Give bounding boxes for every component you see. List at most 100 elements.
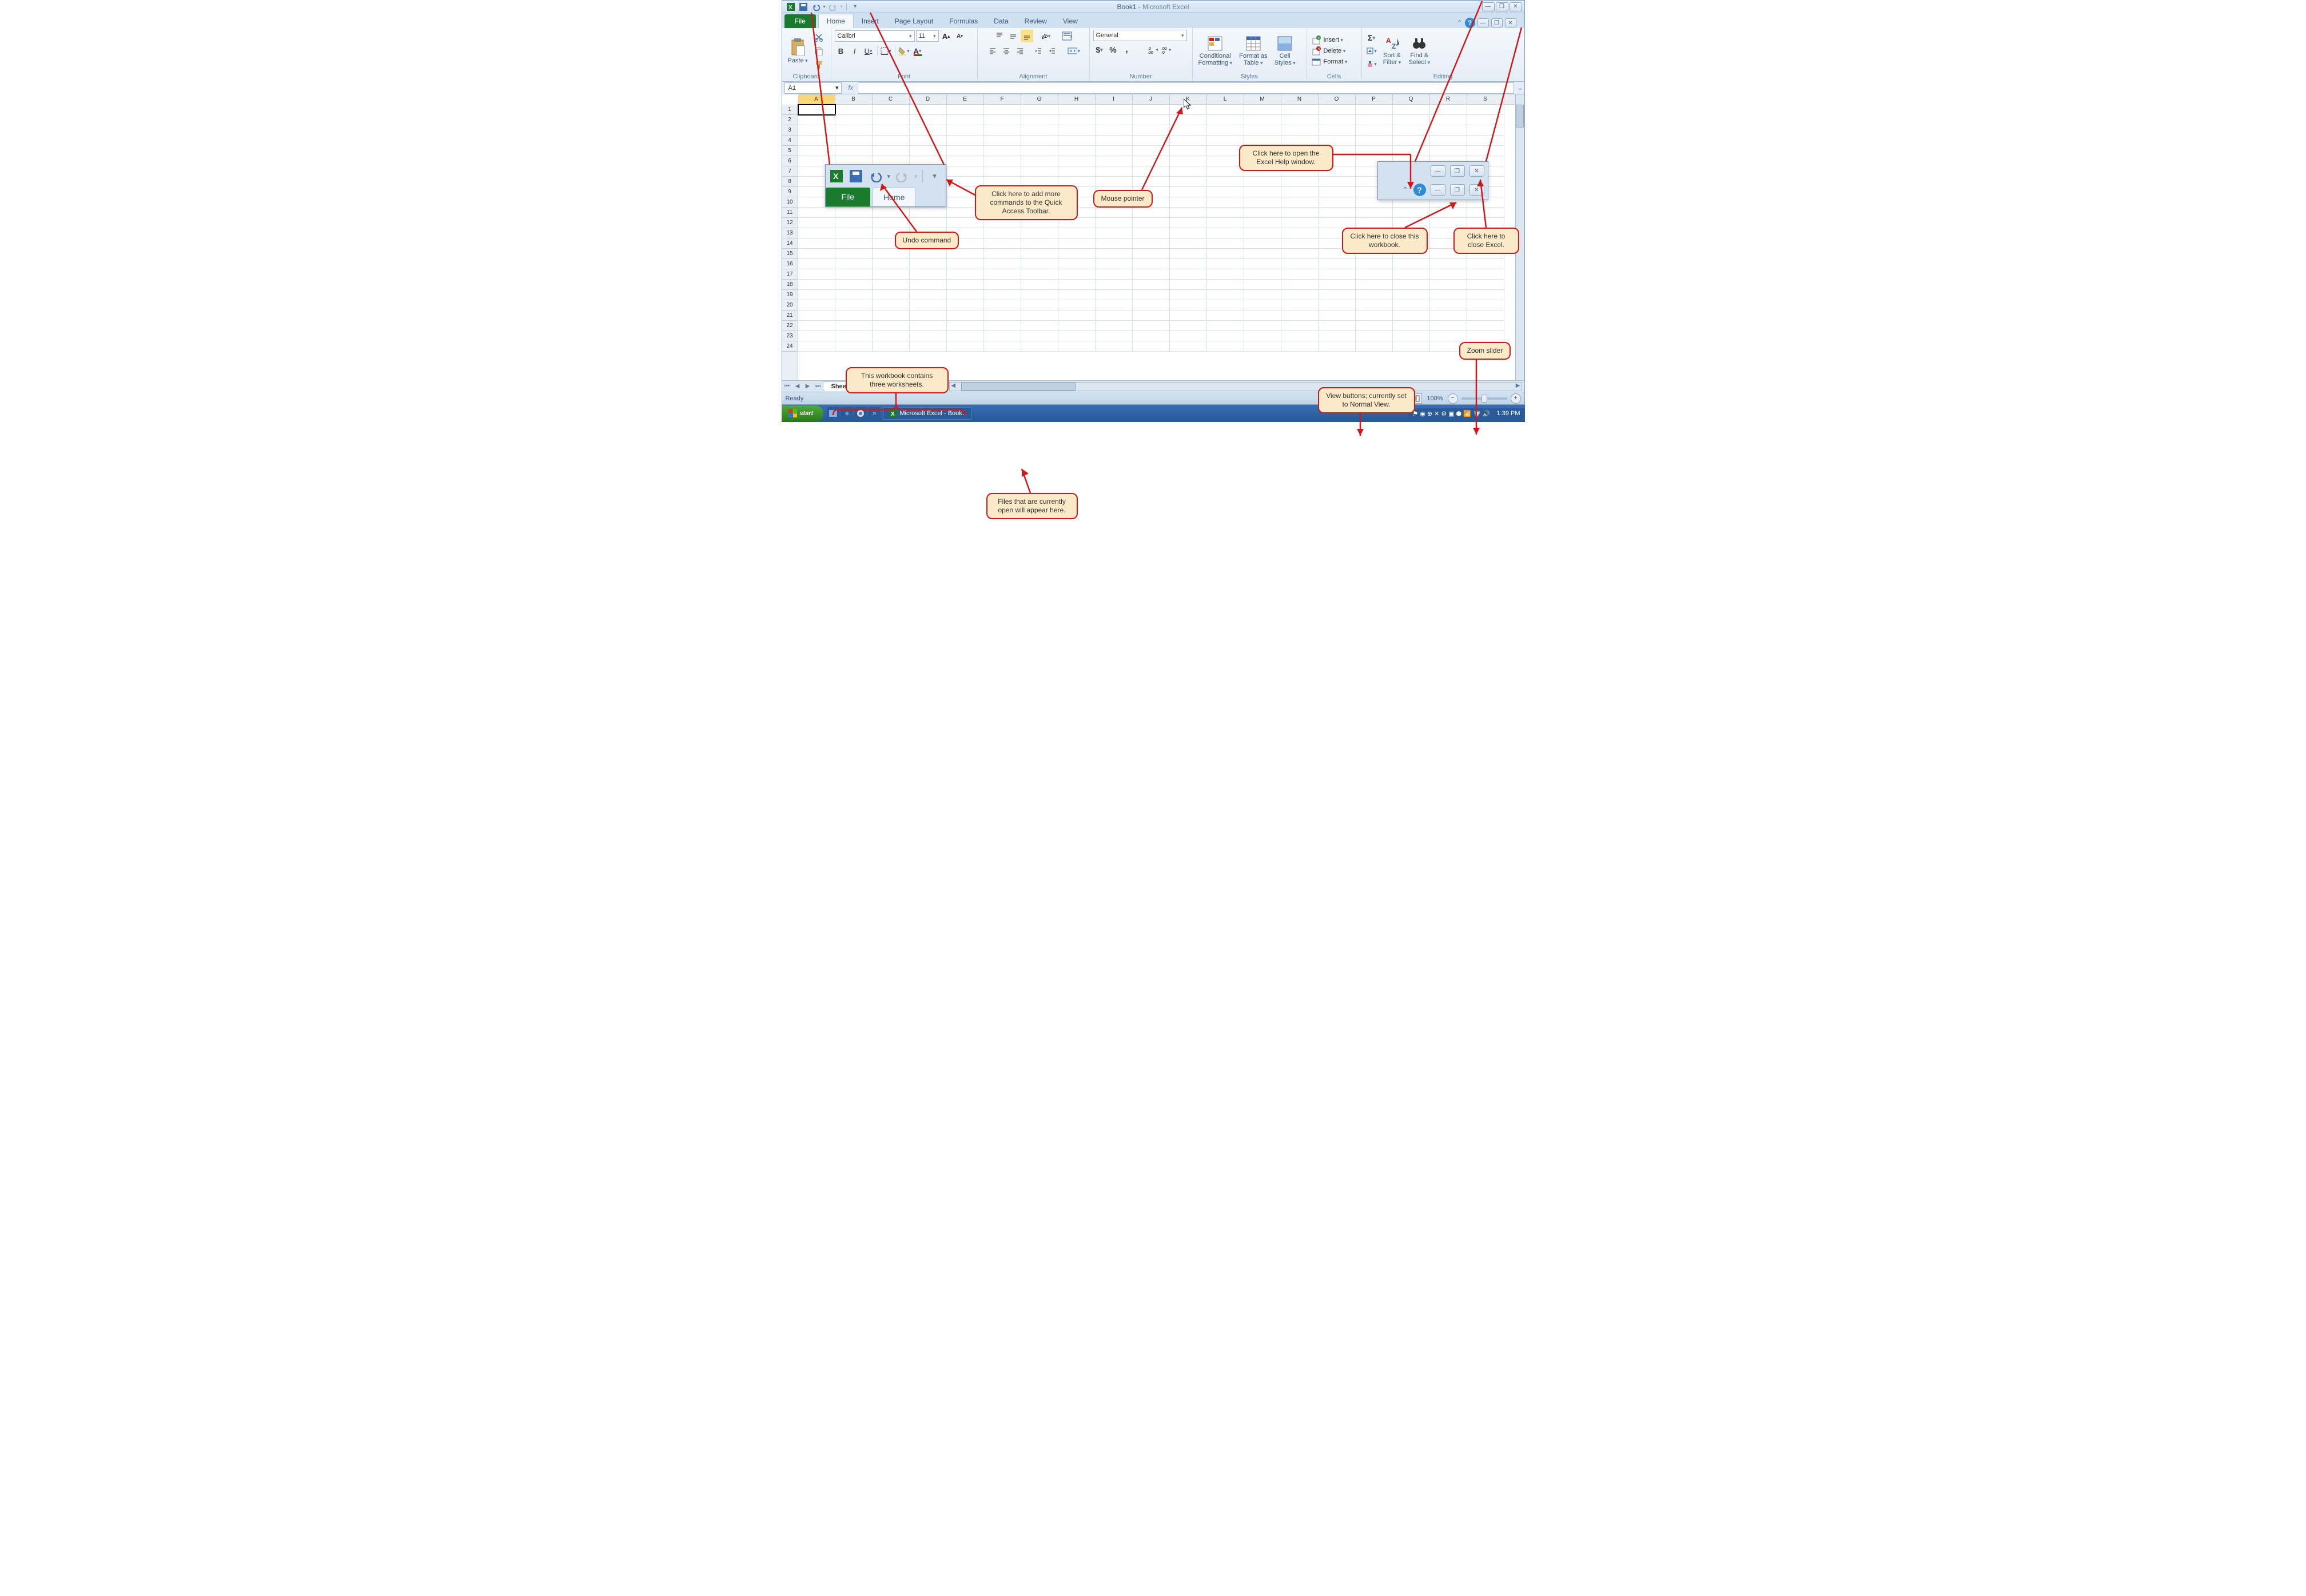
- cell-P22[interactable]: [1356, 321, 1393, 331]
- cell-E18[interactable]: [947, 280, 984, 290]
- cell-F16[interactable]: [984, 259, 1021, 269]
- cell-A4[interactable]: [798, 136, 835, 146]
- autosum-icon[interactable]: Σ: [1365, 31, 1378, 44]
- cell-L7[interactable]: [1207, 166, 1244, 177]
- cell-I13[interactable]: [1096, 228, 1133, 238]
- tray-icon[interactable]: 🛡: [1473, 410, 1481, 417]
- zoom-slider[interactable]: [1461, 397, 1507, 400]
- cell-D23[interactable]: [910, 331, 947, 341]
- row-header-6[interactable]: 6: [782, 156, 798, 166]
- row-header-10[interactable]: 10: [782, 197, 798, 208]
- cell-C24[interactable]: [873, 341, 910, 352]
- minimize-ribbon-icon[interactable]: ⌃: [1456, 19, 1462, 27]
- cell-R20[interactable]: [1430, 300, 1467, 311]
- cell-Q5[interactable]: [1393, 146, 1430, 156]
- cell-Q24[interactable]: [1393, 341, 1430, 352]
- cell-D12[interactable]: [910, 218, 947, 228]
- col-header-H[interactable]: H: [1058, 94, 1096, 104]
- cell-K7[interactable]: [1170, 166, 1207, 177]
- cell-H15[interactable]: [1058, 249, 1096, 259]
- cell-M10[interactable]: [1244, 197, 1281, 208]
- quick-launch-desktop[interactable]: [827, 407, 839, 420]
- zoom-percent[interactable]: 100%: [1422, 395, 1447, 402]
- cell-N17[interactable]: [1281, 269, 1319, 280]
- cell-L5[interactable]: [1207, 146, 1244, 156]
- percent-format-icon[interactable]: %: [1107, 43, 1120, 56]
- cell-J24[interactable]: [1133, 341, 1170, 352]
- name-box[interactable]: A1: [784, 82, 842, 94]
- cell-B3[interactable]: [835, 125, 873, 136]
- cell-R18[interactable]: [1430, 280, 1467, 290]
- cell-A5[interactable]: [798, 146, 835, 156]
- cell-N10[interactable]: [1281, 197, 1319, 208]
- cell-N20[interactable]: [1281, 300, 1319, 311]
- accounting-format-icon[interactable]: $: [1093, 43, 1106, 56]
- cell-I17[interactable]: [1096, 269, 1133, 280]
- close-button[interactable]: ✕: [1510, 2, 1522, 11]
- cell-G23[interactable]: [1021, 331, 1058, 341]
- cell-E7[interactable]: [947, 166, 984, 177]
- cell-K21[interactable]: [1170, 311, 1207, 321]
- cell-L8[interactable]: [1207, 177, 1244, 187]
- cell-N1[interactable]: [1281, 105, 1319, 115]
- cell-N15[interactable]: [1281, 249, 1319, 259]
- cell-I23[interactable]: [1096, 331, 1133, 341]
- cell-K5[interactable]: [1170, 146, 1207, 156]
- cell-H17[interactable]: [1058, 269, 1096, 280]
- cell-S21[interactable]: [1467, 311, 1504, 321]
- col-header-A[interactable]: A: [798, 94, 835, 104]
- cell-K20[interactable]: [1170, 300, 1207, 311]
- cell-H16[interactable]: [1058, 259, 1096, 269]
- cell-L6[interactable]: [1207, 156, 1244, 166]
- col-header-P[interactable]: P: [1356, 94, 1393, 104]
- undo-icon[interactable]: [811, 2, 821, 12]
- row-header-15[interactable]: 15: [782, 249, 798, 259]
- cell-G1[interactable]: [1021, 105, 1058, 115]
- cell-J7[interactable]: [1133, 166, 1170, 177]
- cell-N3[interactable]: [1281, 125, 1319, 136]
- cell-O20[interactable]: [1319, 300, 1356, 311]
- cell-L19[interactable]: [1207, 290, 1244, 300]
- cell-F6[interactable]: [984, 156, 1021, 166]
- align-middle-icon[interactable]: [1007, 30, 1019, 42]
- cell-F20[interactable]: [984, 300, 1021, 311]
- cell-K19[interactable]: [1170, 290, 1207, 300]
- cell-Q17[interactable]: [1393, 269, 1430, 280]
- formula-input[interactable]: [858, 82, 1514, 94]
- cell-D1[interactable]: [910, 105, 947, 115]
- cell-B5[interactable]: [835, 146, 873, 156]
- cell-G5[interactable]: [1021, 146, 1058, 156]
- cell-C18[interactable]: [873, 280, 910, 290]
- insert-cells-button[interactable]: +Insert: [1311, 35, 1349, 45]
- cell-P16[interactable]: [1356, 259, 1393, 269]
- col-header-L[interactable]: L: [1207, 94, 1244, 104]
- cell-M22[interactable]: [1244, 321, 1281, 331]
- cell-R5[interactable]: [1430, 146, 1467, 156]
- cell-M17[interactable]: [1244, 269, 1281, 280]
- format-as-table-button[interactable]: Format as Table: [1237, 34, 1270, 67]
- tab-formulas[interactable]: Formulas: [941, 14, 986, 28]
- cell-B22[interactable]: [835, 321, 873, 331]
- cell-F3[interactable]: [984, 125, 1021, 136]
- cell-J23[interactable]: [1133, 331, 1170, 341]
- cell-L15[interactable]: [1207, 249, 1244, 259]
- font-color-icon[interactable]: A: [911, 45, 924, 57]
- cell-G15[interactable]: [1021, 249, 1058, 259]
- col-header-O[interactable]: O: [1319, 94, 1356, 104]
- cell-O18[interactable]: [1319, 280, 1356, 290]
- cell-A18[interactable]: [798, 280, 835, 290]
- cell-E6[interactable]: [947, 156, 984, 166]
- cell-Q20[interactable]: [1393, 300, 1430, 311]
- help-icon[interactable]: ?: [1465, 18, 1475, 28]
- file-tab[interactable]: File: [784, 14, 816, 28]
- cell-K2[interactable]: [1170, 115, 1207, 125]
- cell-F19[interactable]: [984, 290, 1021, 300]
- cell-B14[interactable]: [835, 238, 873, 249]
- col-header-R[interactable]: R: [1430, 94, 1467, 104]
- cell-O24[interactable]: [1319, 341, 1356, 352]
- cell-O23[interactable]: [1319, 331, 1356, 341]
- col-header-I[interactable]: I: [1096, 94, 1133, 104]
- cell-J13[interactable]: [1133, 228, 1170, 238]
- row-header-9[interactable]: 9: [782, 187, 798, 197]
- wb-close-button[interactable]: ✕: [1505, 18, 1516, 27]
